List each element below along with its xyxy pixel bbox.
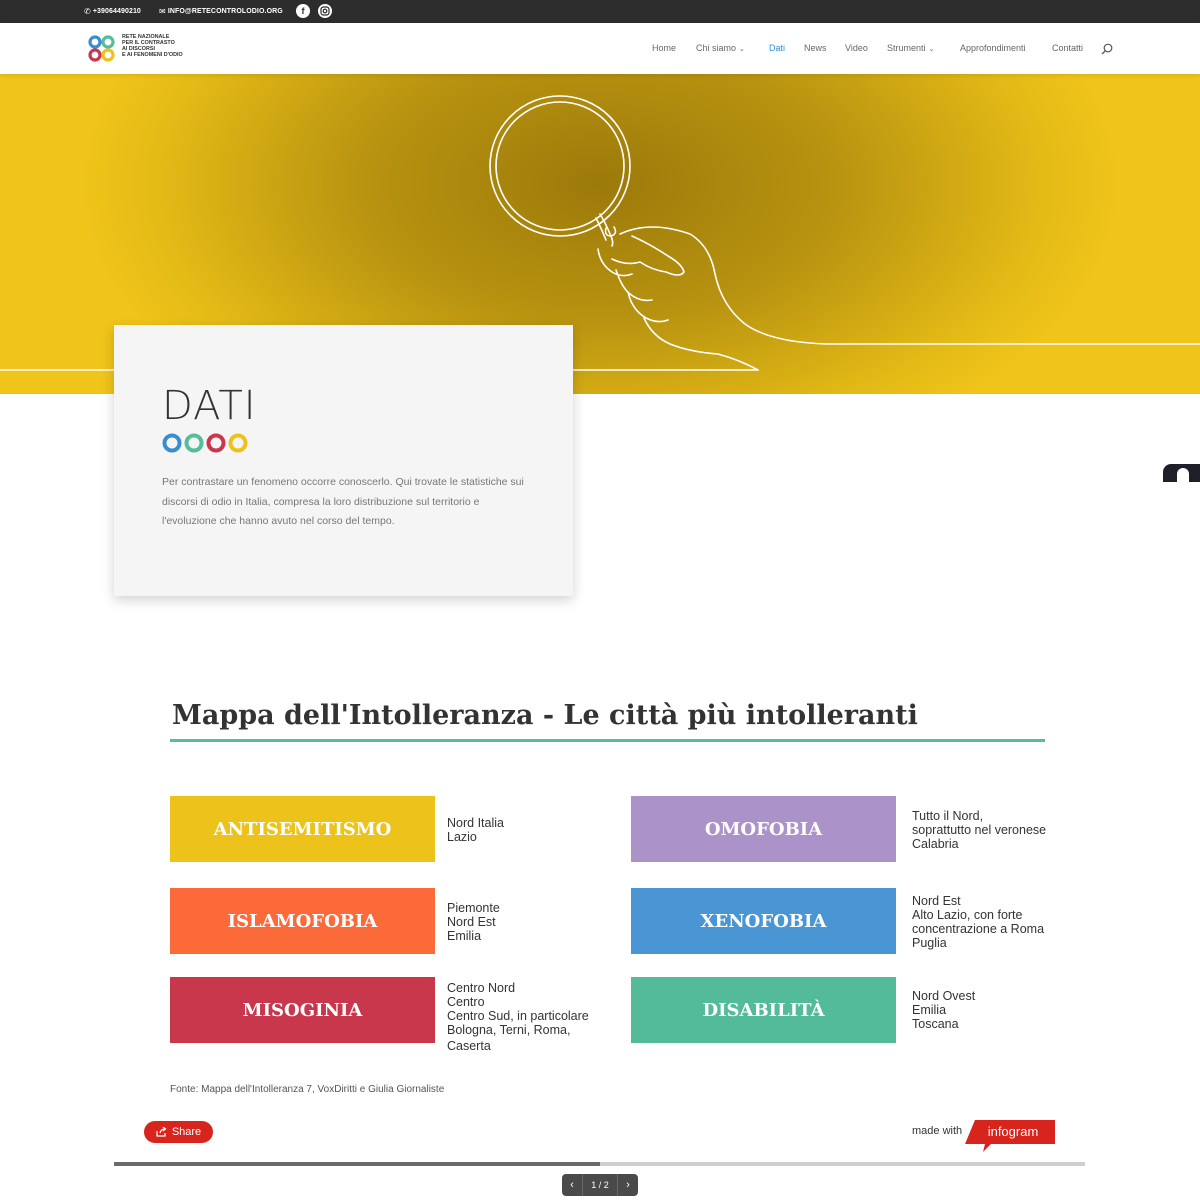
infogram-brand-text: infogram bbox=[988, 1124, 1039, 1139]
category-tile-misoginia: MISOGINIA bbox=[170, 977, 435, 1043]
email-link[interactable]: ✉ INFO@RETECONTROLODIO.ORG bbox=[159, 0, 283, 23]
nav-news[interactable]: News bbox=[804, 43, 827, 53]
category-tile-antisemitismo: ANTISEMITISMO bbox=[170, 796, 435, 862]
category-areas: Tutto il Nord, soprattutto nel veronese … bbox=[912, 809, 1047, 851]
brand-rings-icon bbox=[162, 433, 248, 453]
made-with-label: made with bbox=[912, 1125, 963, 1137]
nav-video[interactable]: Video bbox=[845, 43, 868, 53]
page-indicator: 1 / 2 bbox=[582, 1174, 618, 1196]
logo-text[interactable]: RETE NAZIONALE PER IL CONTRASTO AI DISCO… bbox=[122, 34, 202, 58]
site-header: RETE NAZIONALE PER IL CONTRASTO AI DISCO… bbox=[0, 23, 1200, 74]
slide-progress-fill bbox=[114, 1162, 600, 1166]
nav-chi-siamo[interactable]: Chi siamo ⌄ bbox=[696, 43, 745, 53]
phone-link[interactable]: ✆ +39064490210 bbox=[84, 0, 141, 23]
logo-icon[interactable] bbox=[88, 35, 116, 63]
phone-icon: ✆ bbox=[84, 7, 91, 16]
share-button[interactable]: Share bbox=[144, 1121, 213, 1143]
chevron-right-icon[interactable]: › bbox=[618, 1174, 638, 1196]
category-areas: Nord Italia Lazio bbox=[447, 816, 504, 844]
nav-dati[interactable]: Dati bbox=[769, 43, 785, 53]
nav-contatti[interactable]: Contatti bbox=[1052, 43, 1083, 53]
category-areas: Nord Ovest Emilia Toscana bbox=[912, 989, 976, 1031]
chevron-down-icon: ⌄ bbox=[928, 46, 935, 53]
page-title: DATI bbox=[162, 383, 257, 429]
slide-progress bbox=[114, 1162, 1085, 1166]
category-tile-omofobia: OMOFOBIA bbox=[631, 796, 896, 862]
category-areas: Nord Est Alto Lazio, con forte concentra… bbox=[912, 894, 1045, 950]
page-pager: ‹ 1 / 2 › bbox=[562, 1174, 638, 1196]
nav-strumenti[interactable]: Strumenti ⌄ bbox=[887, 43, 934, 53]
category-tile-islamofobia: ISLAMOFOBIA bbox=[170, 888, 435, 954]
top-bar: ✆ +39064490210 ✉ INFO@RETECONTROLODIO.OR… bbox=[0, 0, 1200, 23]
nav-approfondimenti[interactable]: Approfondimenti bbox=[960, 43, 1026, 53]
title-underline bbox=[170, 739, 1045, 742]
chevron-down-icon: ⌄ bbox=[739, 46, 745, 53]
envelope-icon: ✉ bbox=[159, 7, 166, 16]
share-icon bbox=[156, 1127, 167, 1137]
facebook-icon[interactable]: f bbox=[296, 4, 310, 18]
email-address: INFO@RETECONTROLODIO.ORG bbox=[167, 8, 283, 15]
infographic-title: Mappa dell'Intolleranza - Le città più i… bbox=[172, 700, 918, 731]
category-tile-xenofobia: XENOFOBIA bbox=[631, 888, 896, 954]
category-tile-disabilita: DISABILITÀ bbox=[631, 977, 896, 1043]
category-areas: Centro Nord Centro Centro Sud, in partic… bbox=[447, 981, 589, 1053]
phone-number: +39064490210 bbox=[92, 8, 141, 15]
search-icon[interactable] bbox=[1101, 43, 1113, 55]
chevron-left-icon[interactable]: ‹ bbox=[562, 1174, 582, 1196]
intro-text: Per contrastare un fenomeno occorre cono… bbox=[162, 476, 524, 527]
nav-home[interactable]: Home bbox=[652, 43, 676, 53]
instagram-icon[interactable] bbox=[318, 4, 332, 18]
category-areas: Piemonte Nord Est Emilia bbox=[447, 901, 500, 943]
user-icon bbox=[1177, 468, 1189, 482]
side-widget-tab[interactable] bbox=[1163, 464, 1200, 482]
infogram-logo[interactable]: infogram bbox=[965, 1118, 1055, 1152]
dati-intro-card: DATI Per contrastare un fenomeno occorre… bbox=[114, 325, 573, 596]
source-note: Fonte: Mappa dell'Intolleranza 7, VoxDir… bbox=[170, 1084, 445, 1095]
